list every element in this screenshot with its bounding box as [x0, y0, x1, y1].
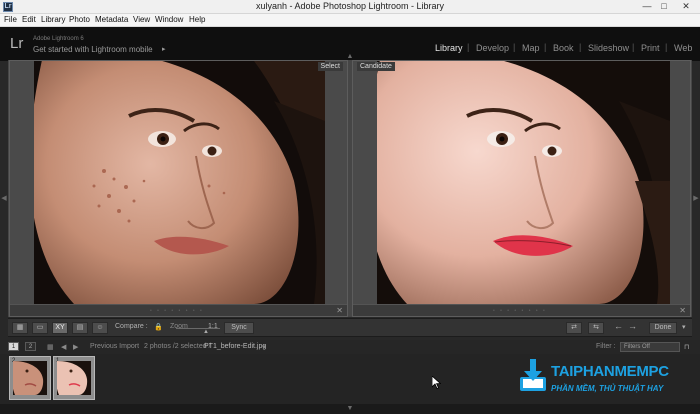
minimize-button[interactable]: —: [641, 1, 653, 12]
module-develop[interactable]: Develop: [476, 43, 509, 53]
select-pane-footer: • • • • • • • • ✕: [10, 304, 347, 316]
menu-file[interactable]: File: [4, 15, 17, 24]
right-panel-toggle-icon[interactable]: ▶: [692, 195, 700, 203]
watermark-subtitle: PHẦN MỀM, THỦ THUẬT HAY: [551, 384, 664, 393]
source-label[interactable]: Previous Import: [90, 343, 139, 350]
menu-library[interactable]: Library: [41, 15, 65, 24]
candidate-pane-canvas: [353, 61, 690, 304]
module-web[interactable]: Web: [674, 43, 692, 53]
module-library[interactable]: Library: [435, 43, 463, 53]
select-pane[interactable]: Select • • • • • • • • ✕: [9, 60, 348, 317]
sync-button[interactable]: Sync: [224, 322, 254, 334]
module-map[interactable]: Map: [522, 43, 540, 53]
close-button[interactable]: ✕: [677, 1, 695, 12]
compare-view: Select • • • • • • • • ✕ Candidate • • •…: [8, 60, 692, 317]
compare-view-button[interactable]: XY: [52, 322, 68, 334]
module-separator: |: [579, 42, 582, 52]
select-pane-canvas: [10, 61, 347, 304]
title-bar: Lr xulyanh - Adobe Photoshop Lightroom -…: [0, 0, 700, 14]
module-separator: |: [665, 42, 668, 52]
select-previous-icon[interactable]: ←: [614, 321, 623, 331]
grid-icon[interactable]: ▦: [47, 343, 54, 351]
menu-window[interactable]: Window: [155, 15, 183, 24]
select-label: Select: [317, 62, 343, 71]
maximize-button[interactable]: □: [658, 1, 670, 12]
module-separator: |: [544, 42, 547, 52]
mobile-arrow-icon: ▸: [162, 46, 166, 53]
photo-after[interactable]: [377, 61, 670, 304]
swap-icon[interactable]: ⇄: [566, 322, 582, 334]
main-window-button[interactable]: 1: [8, 342, 19, 351]
make-select-icon[interactable]: ⇆: [588, 322, 604, 334]
candidate-label: Candidate: [357, 62, 395, 71]
module-book[interactable]: Book: [553, 43, 574, 53]
module-separator: |: [632, 42, 635, 52]
zoom-value: 1:1: [208, 323, 218, 330]
module-slideshow[interactable]: Slideshow: [588, 43, 629, 53]
mobile-link[interactable]: Get started with Lightroom mobile: [33, 45, 153, 54]
left-panel-toggle-icon[interactable]: ◀: [0, 195, 8, 203]
photo-before[interactable]: [34, 61, 325, 304]
filename-chevron-icon[interactable]: ▾: [262, 343, 266, 351]
library-toolbar: ▦ ▭ XY ▤ ☺ Compare : 🔒 Zoom ▲ 1:1 Sync ⇄…: [8, 318, 692, 337]
candidate-pane[interactable]: Candidate • • • • • • • • ✕: [352, 60, 691, 317]
lightroom-logo: Lr: [10, 35, 24, 52]
select-next-icon[interactable]: →: [628, 321, 637, 331]
watermark: TAIPHANMEMPC PHẦN MỀM, THỦ THUẬT HAY: [515, 355, 700, 403]
download-logo-icon: [520, 359, 546, 391]
lock-icon[interactable]: 🔒: [154, 323, 163, 331]
menu-photo[interactable]: Photo: [69, 15, 90, 24]
filmstrip-bottom-edge: ▼: [0, 404, 700, 414]
rating-dots[interactable]: • • • • • • • •: [493, 308, 547, 314]
watermark-title: TAIPHANMEMPC: [551, 363, 669, 380]
rating-dots[interactable]: • • • • • • • •: [150, 308, 204, 314]
forward-arrow-icon[interactable]: ▶: [73, 343, 78, 351]
filter-label: Filter :: [596, 343, 616, 350]
menu-view[interactable]: View: [133, 15, 150, 24]
menu-help[interactable]: Help: [189, 15, 205, 24]
module-separator: |: [513, 42, 516, 52]
thumb-image: [13, 361, 47, 395]
module-print[interactable]: Print: [641, 43, 660, 53]
selected-filename[interactable]: PT1_before-Edit.jpg: [204, 343, 266, 350]
lightroom-window: Lr xulyanh - Adobe Photoshop Lightroom -…: [0, 0, 700, 414]
menu-bar: File Edit Library Photo Metadata View Wi…: [0, 14, 700, 27]
secondary-window-button[interactable]: 2: [25, 342, 36, 351]
candidate-pane-footer: • • • • • • • • ✕: [353, 304, 690, 316]
select-close-icon[interactable]: ✕: [336, 305, 343, 317]
app-name: Adobe Lightroom 6: [33, 36, 84, 42]
bottom-panel-toggle-icon[interactable]: ▼: [346, 405, 354, 413]
filmstrip-thumb[interactable]: 2: [9, 356, 51, 400]
thumb-image: [57, 361, 91, 395]
back-arrow-icon[interactable]: ◀: [61, 343, 66, 351]
filter-select[interactable]: Filters Off: [620, 342, 680, 352]
mouse-cursor-icon: [432, 376, 441, 389]
filmstrip-bar: 1 2 ▦ ◀ ▶ Previous Import 2 photos /2 se…: [0, 340, 700, 354]
grid-view-icon[interactable]: ▦: [12, 322, 28, 334]
selection-count: 2 photos /2 selected /: [144, 343, 211, 350]
menu-metadata[interactable]: Metadata: [95, 15, 128, 24]
filter-lock-icon[interactable]: ⊓: [684, 343, 689, 351]
toolbar-menu-chevron-icon[interactable]: ▾: [682, 323, 686, 331]
survey-view-icon[interactable]: ▤: [72, 322, 88, 334]
compare-label: Compare :: [115, 323, 148, 330]
filmstrip-thumb[interactable]: 1: [53, 356, 95, 400]
loupe-view-icon[interactable]: ▭: [32, 322, 48, 334]
done-button[interactable]: Done: [649, 322, 677, 334]
module-separator: |: [467, 42, 470, 52]
people-view-icon[interactable]: ☺: [92, 322, 108, 334]
window-title: xulyanh - Adobe Photoshop Lightroom - Li…: [255, 1, 445, 11]
menu-edit[interactable]: Edit: [22, 15, 36, 24]
candidate-close-icon[interactable]: ✕: [679, 305, 686, 317]
